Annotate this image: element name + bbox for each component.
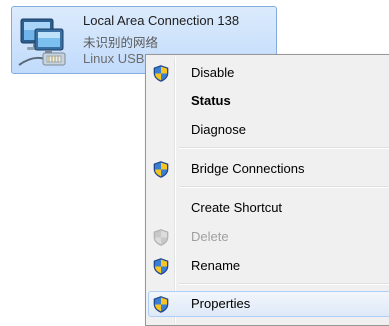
menu-item-disable[interactable]: Disable — [148, 61, 389, 85]
uac-shield-icon — [153, 296, 169, 313]
menu-separator — [179, 147, 389, 149]
menu-item-label: Properties — [191, 296, 251, 311]
uac-shield-icon — [153, 229, 169, 246]
menu-item-label: Rename — [191, 258, 241, 273]
menu-item-properties[interactable]: Properties — [148, 291, 389, 317]
network-adapter-icon — [18, 18, 66, 66]
menu-item-label: Status — [191, 93, 231, 108]
menu-item-bridge-connections[interactable]: Bridge Connections — [148, 157, 389, 181]
menu-separator — [179, 283, 389, 285]
menu-item-delete: Delete — [148, 225, 389, 249]
menu-separator — [179, 186, 389, 188]
adapter-device: Linux USB — [83, 51, 145, 66]
adapter-name: Local Area Connection 138 — [83, 13, 240, 28]
menu-item-label: Diagnose — [191, 122, 246, 137]
context-menu: Disable Status Diagnose Bridge Connectio… — [145, 54, 389, 326]
uac-shield-icon — [153, 258, 169, 275]
uac-shield-icon — [153, 161, 169, 178]
menu-item-label: Create Shortcut — [191, 200, 283, 215]
menu-item-status[interactable]: Status — [148, 89, 389, 113]
uac-shield-icon — [153, 65, 169, 82]
menu-item-diagnose[interactable]: Diagnose — [148, 118, 389, 142]
menu-item-create-shortcut[interactable]: Create Shortcut — [148, 196, 389, 220]
menu-item-label: Disable — [191, 65, 235, 80]
menu-item-label: Bridge Connections — [191, 161, 305, 176]
adapter-status: 未识别的网络 — [83, 35, 159, 50]
menu-item-label: Delete — [191, 229, 229, 244]
menu-item-rename[interactable]: Rename — [148, 254, 389, 278]
